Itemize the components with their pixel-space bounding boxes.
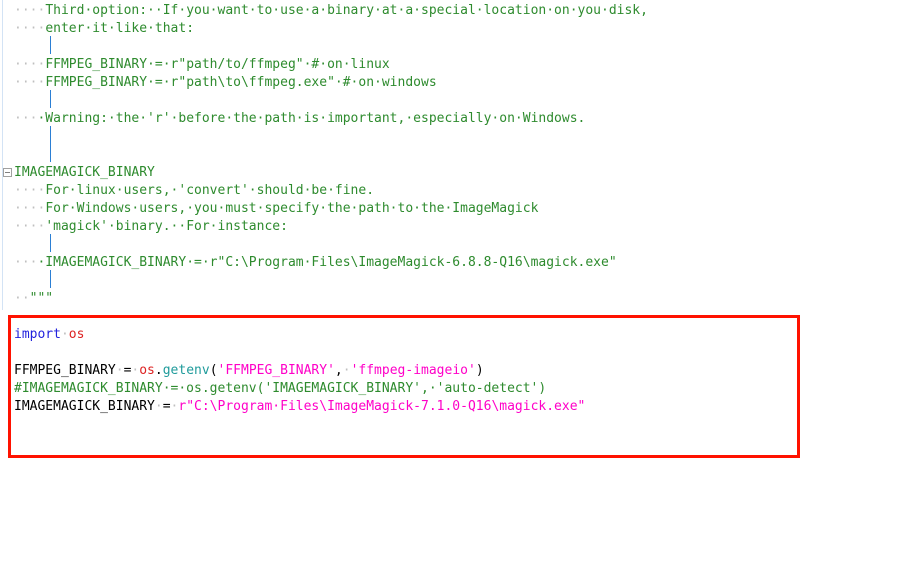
code-line[interactable]: ····FFMPEG_BINARY·=·r"path/to/ffmpeg"·#·… [0,56,918,74]
code-token: ··· [14,111,38,126]
code-line[interactable] [0,272,918,290]
code-line-content: ····'magick'·binary.··For·instance: [14,219,288,234]
code-line-content: ····IMAGEMAGICK_BINARY·=·r"C:\Program·Fi… [14,255,617,270]
fold-collapse-marker-icon[interactable] [3,168,12,177]
code-line[interactable] [0,92,918,110]
code-line[interactable]: ····FFMPEG_BINARY·=·r"path\to\ffmpeg.exe… [0,74,918,92]
code-token: 'magick'·binary.··For·instance: [45,219,288,234]
code-line-content: ····For·linux·users,·'convert'·should·be… [14,183,374,198]
code-token: os [68,327,85,342]
code-line-content: ····FFMPEG_BINARY·=·r"path/to/ffmpeg"·#·… [14,57,390,72]
code-token: ···· [14,75,46,90]
code-token: """ [29,291,54,306]
code-token: ···· [14,201,46,216]
code-line[interactable] [0,146,918,164]
code-line-content: ··""" [14,291,53,306]
code-token: ·· [14,291,30,306]
code-line[interactable] [0,344,918,362]
code-token: ·Warning:·the·'r'·before·the·path·is·imp… [37,111,586,126]
code-token: IMAGEMAGICK_BINARY [14,399,155,414]
code-editor-pane[interactable]: ····Third·option:··If·you·want·to·use·a·… [0,0,918,570]
code-line-content: ····Warning:·the·'r'·before·the·path·is·… [14,111,585,126]
code-line[interactable]: ····For·linux·users,·'convert'·should·be… [0,182,918,200]
code-token: enter·it·like·that: [45,21,195,36]
code-line[interactable]: ····Warning:·the·'r'·before·the·path·is·… [0,110,918,128]
code-token: · [154,399,163,414]
code-token: . [154,363,163,378]
code-line[interactable] [0,308,918,326]
code-token: r"C:\Program·Files\ImageMagick-7.1.0-Q16… [178,399,586,414]
code-token: getenv [162,363,210,378]
code-line[interactable]: IMAGEMAGICK_BINARY·=·r"C:\Program·Files\… [0,398,918,416]
code-line[interactable]: FFMPEG_BINARY·=·os.getenv('FFMPEG_BINARY… [0,362,918,380]
code-token: #IMAGEMAGICK_BINARY·=·os.getenv('IMAGEMA… [14,381,547,396]
code-line-content: ····FFMPEG_BINARY·=·r"path\to\ffmpeg.exe… [14,75,437,90]
code-line[interactable]: #IMAGEMAGICK_BINARY·=·os.getenv('IMAGEMA… [0,380,918,398]
code-token: ··· [14,255,38,270]
code-lines-container[interactable]: ····Third·option:··If·you·want·to·use·a·… [0,0,918,416]
code-token: · [342,363,351,378]
code-token: FFMPEG_BINARY·=·r"path\to\ffmpeg.exe"·#·… [45,75,437,90]
code-token: os [139,363,155,378]
code-token: ···· [14,219,46,234]
code-token: For·linux·users,·'convert'·should·be·fin… [45,183,375,198]
code-token: FFMPEG_BINARY·=·r"path/to/ffmpeg"·#·on·l… [45,57,390,72]
code-line-content: IMAGEMAGICK_BINARY·=·r"C:\Program·Files\… [14,399,585,414]
code-line[interactable]: ····enter·it·like·that: [0,20,918,38]
code-line[interactable]: ····For·Windows·users,·you·must·specify·… [0,200,918,218]
code-token: ( [209,363,218,378]
code-line-content: import·os [14,327,84,342]
code-line-content: IMAGEMAGICK_BINARY [14,165,155,180]
code-token: Third·option:··If·you·want·to·use·a·bina… [45,3,648,18]
code-token: · [60,327,69,342]
code-line[interactable] [0,236,918,254]
code-line[interactable]: IMAGEMAGICK_BINARY [0,164,918,182]
code-token: 'ffmpeg-imageio' [350,363,476,378]
code-line[interactable]: import·os [0,326,918,344]
code-line-content: ····Third·option:··If·you·want·to·use·a·… [14,3,648,18]
code-token: For·Windows·users,·you·must·specify·the·… [45,201,539,216]
code-token: = [162,399,171,414]
code-token: , [334,363,343,378]
code-token: IMAGEMAGICK_BINARY [14,165,155,180]
code-line-content: FFMPEG_BINARY·=·os.getenv('FFMPEG_BINARY… [14,363,484,378]
code-line[interactable] [0,38,918,56]
code-token: ···· [14,21,46,36]
code-token: ) [475,363,484,378]
code-token: ···· [14,3,46,18]
code-token: ···· [14,183,46,198]
code-line-content: ····For·Windows·users,·you·must·specify·… [14,201,538,216]
code-token: FFMPEG_BINARY [14,363,116,378]
code-token: ···· [14,57,46,72]
code-token: ·IMAGEMAGICK_BINARY·=·r"C:\Program·Files… [37,255,617,270]
code-line-content: #IMAGEMAGICK_BINARY·=·os.getenv('IMAGEMA… [14,381,546,396]
code-line[interactable]: ····IMAGEMAGICK_BINARY·=·r"C:\Program·Fi… [0,254,918,272]
code-token: 'FFMPEG_BINARY' [217,363,335,378]
code-line-content: ····enter·it·like·that: [14,21,194,36]
code-line[interactable]: ··""" [0,290,918,308]
code-line[interactable]: ····Third·option:··If·you·want·to·use·a·… [0,2,918,20]
code-line[interactable]: ····'magick'·binary.··For·instance: [0,218,918,236]
code-line[interactable] [0,128,918,146]
code-token: · [115,363,124,378]
code-token: import [14,327,61,342]
